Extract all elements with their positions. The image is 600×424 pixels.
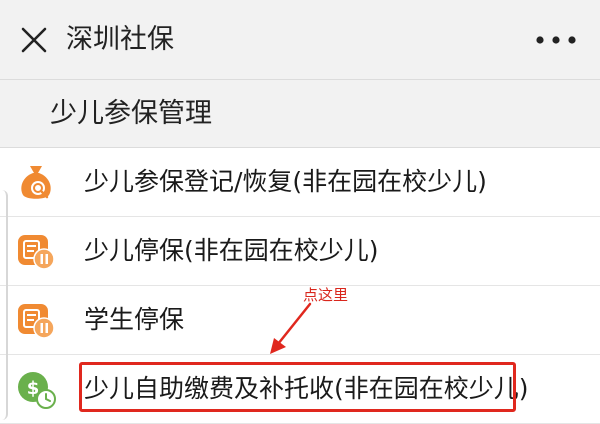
money-bag-icon [21, 166, 51, 199]
top-bar: 深圳社保 [0, 0, 600, 80]
list-item-child-suspend[interactable]: 少儿停保(非在园在校少儿) [0, 217, 600, 286]
list-item-self-payment[interactable]: $ 少儿自助缴费及补托收(非在园在校少儿) [0, 355, 600, 424]
list-item-label: 少儿自助缴费及补托收(非在园在校少儿) [84, 374, 529, 403]
section-title: 少儿参保管理 [50, 98, 212, 129]
scroll-edge [0, 190, 8, 420]
pause-card-icon [18, 304, 55, 339]
close-icon[interactable] [18, 24, 50, 56]
annotation-arrow-icon [270, 302, 312, 354]
list-item-label: 少儿参保登记/恢复(非在园在校少儿) [84, 167, 487, 196]
list-item-child-enrollment[interactable]: 少儿参保登记/恢复(非在园在校少儿) [0, 148, 600, 217]
more-options-icon[interactable] [534, 34, 578, 46]
payment-clock-icon: $ [18, 372, 56, 409]
section-header: 少儿参保管理 [0, 80, 600, 148]
pause-card-icon [18, 235, 55, 270]
list-item-label: 少儿停保(非在园在校少儿) [84, 236, 379, 265]
app-title: 深圳社保 [66, 24, 174, 55]
service-list: 少儿参保登记/恢复(非在园在校少儿) 少儿停保(非在园在校少儿) 学生停保 $ [0, 148, 600, 424]
list-item-label: 学生停保 [84, 305, 185, 334]
